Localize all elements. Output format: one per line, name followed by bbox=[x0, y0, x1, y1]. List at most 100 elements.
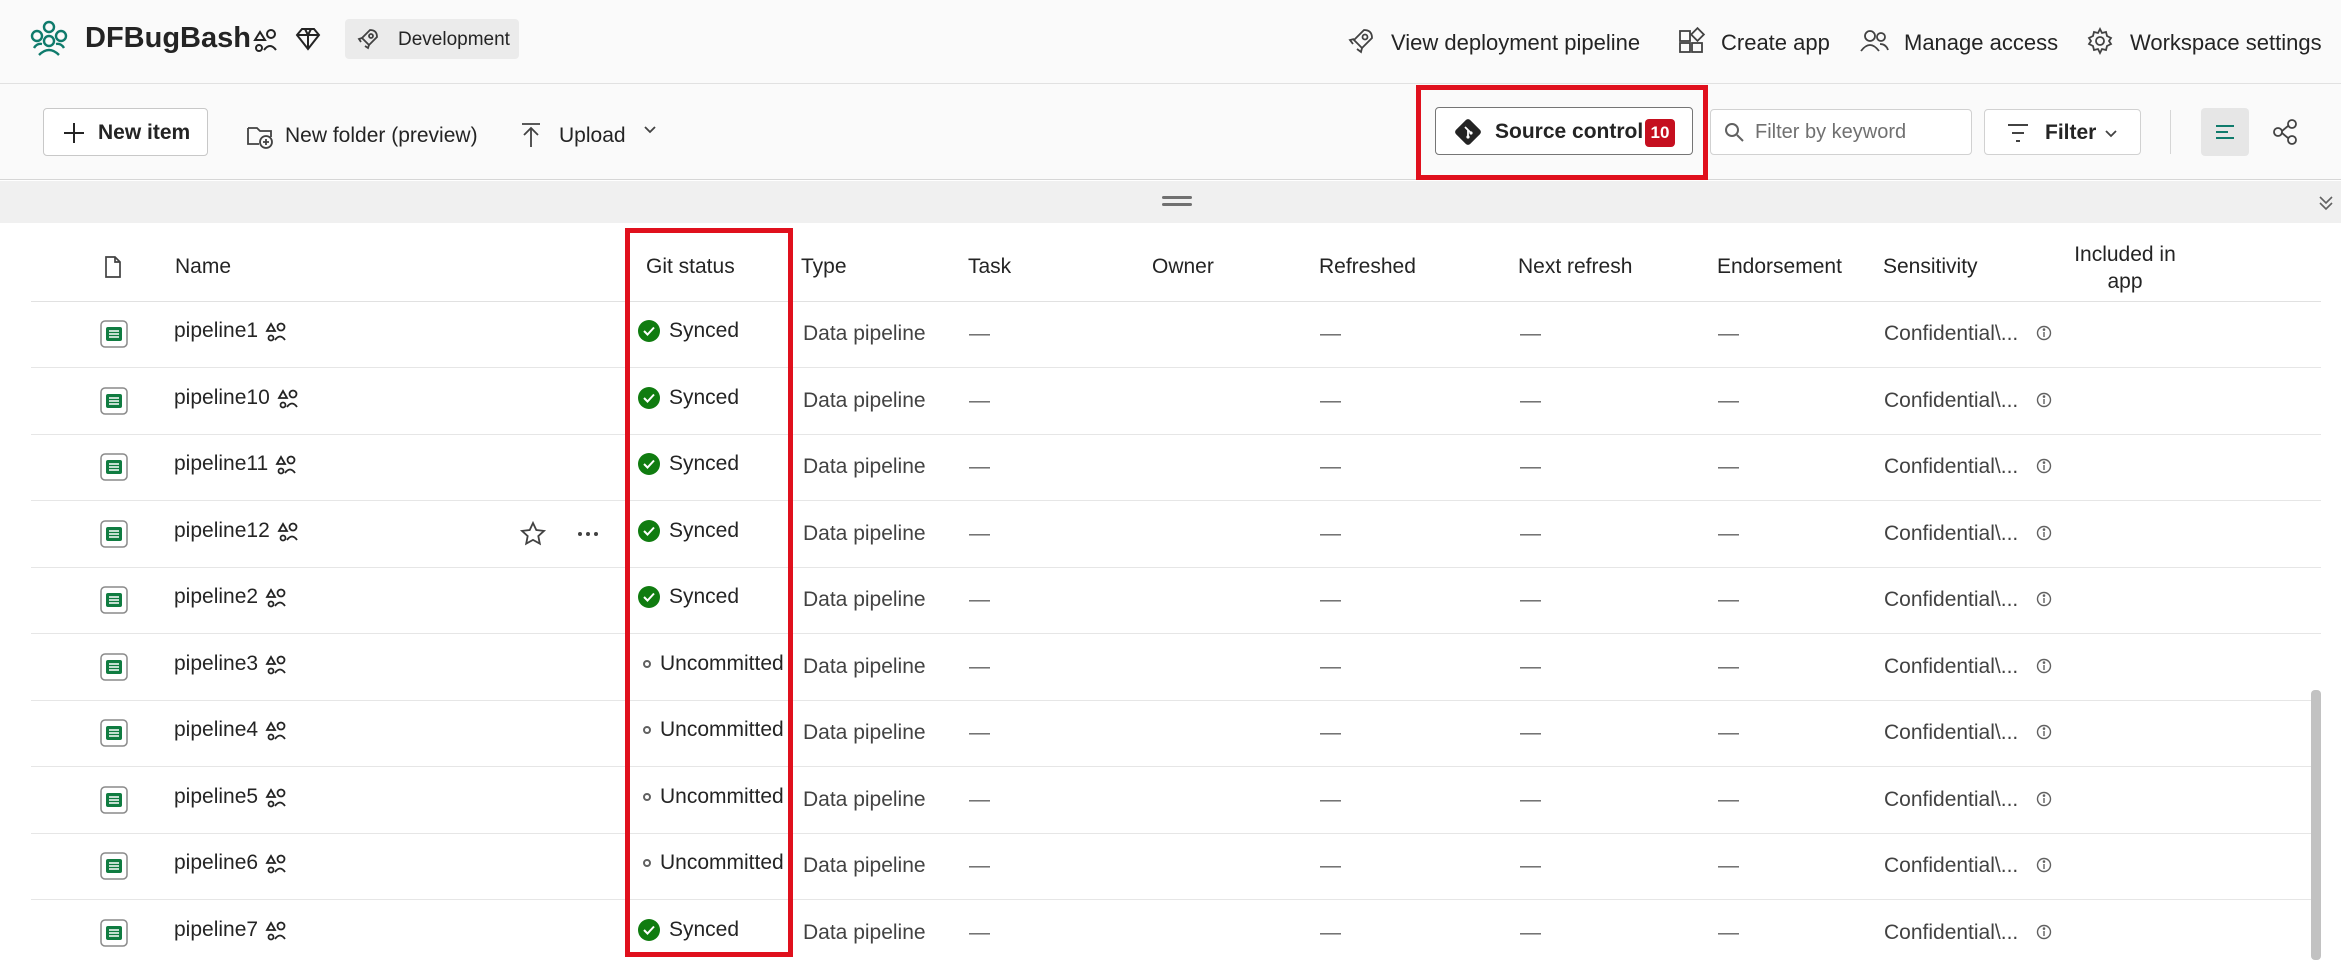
column-header-owner[interactable]: Owner bbox=[1152, 255, 1214, 279]
column-header-next-refresh[interactable]: Next refresh bbox=[1518, 255, 1632, 279]
sensitivity-label[interactable]: Confidential\... bbox=[1884, 721, 2018, 745]
table-row[interactable]: pipeline6 Uncommitted Data pipeline — — … bbox=[31, 834, 2321, 900]
table-row[interactable]: pipeline4 Uncommitted Data pipeline — — … bbox=[31, 701, 2321, 767]
endorsement-value: — bbox=[1718, 655, 1739, 678]
git-status-label: Synced bbox=[669, 319, 740, 342]
info-icon[interactable] bbox=[2036, 325, 2052, 341]
table-row[interactable]: pipeline12 Synced Data pipeline — — — — … bbox=[31, 502, 2321, 568]
column-header-refreshed[interactable]: Refreshed bbox=[1319, 255, 1416, 279]
chevron-double-down-icon[interactable] bbox=[2316, 193, 2336, 213]
view-deployment-pipeline-button[interactable]: View deployment pipeline bbox=[1346, 26, 1642, 58]
data-pipeline-icon bbox=[100, 919, 128, 947]
item-name-cell[interactable]: pipeline12 bbox=[174, 519, 300, 543]
sensitivity-label[interactable]: Confidential\... bbox=[1884, 522, 2018, 546]
refreshed-value: — bbox=[1320, 721, 1341, 744]
item-name[interactable]: pipeline12 bbox=[174, 519, 270, 543]
item-name[interactable]: pipeline2 bbox=[174, 585, 258, 609]
sensitivity-label[interactable]: Confidential\... bbox=[1884, 788, 2018, 812]
column-header-included-in-app[interactable]: Included in app bbox=[2070, 241, 2180, 295]
pane-splitter[interactable] bbox=[0, 181, 2341, 223]
column-header-git-status[interactable]: Git status bbox=[646, 255, 735, 279]
item-name-cell[interactable]: pipeline4 bbox=[174, 718, 288, 742]
list-view-button[interactable] bbox=[2201, 108, 2249, 156]
network-security-icon bbox=[277, 522, 298, 542]
task-value: — bbox=[969, 389, 990, 412]
item-name-cell[interactable]: pipeline11 bbox=[174, 452, 298, 476]
lineage-view-icon[interactable] bbox=[2271, 118, 2299, 146]
info-icon[interactable] bbox=[2036, 591, 2052, 607]
table-row[interactable]: pipeline10 Synced Data pipeline — — — — … bbox=[31, 369, 2321, 435]
refreshed-value: — bbox=[1320, 389, 1341, 412]
new-item-button[interactable]: New item bbox=[43, 108, 208, 156]
table-row[interactable]: pipeline1 Synced Data pipeline — — — — C… bbox=[31, 302, 2321, 368]
item-name-cell[interactable]: pipeline7 bbox=[174, 918, 288, 942]
column-header-sensitivity[interactable]: Sensitivity bbox=[1883, 255, 1978, 279]
item-name[interactable]: pipeline3 bbox=[174, 652, 258, 676]
table-row[interactable]: pipeline3 Uncommitted Data pipeline — — … bbox=[31, 635, 2321, 701]
chevron-down-icon[interactable] bbox=[641, 120, 659, 138]
endorsement-value: — bbox=[1718, 921, 1739, 944]
item-name[interactable]: pipeline5 bbox=[174, 785, 258, 809]
table-row[interactable]: pipeline11 Synced Data pipeline — — — — … bbox=[31, 435, 2321, 501]
next-refresh-value: — bbox=[1520, 389, 1541, 412]
sensitivity-label[interactable]: Confidential\... bbox=[1884, 389, 2018, 413]
column-header-type[interactable]: Type bbox=[801, 255, 847, 279]
info-icon[interactable] bbox=[2036, 724, 2052, 740]
item-name-cell[interactable]: pipeline2 bbox=[174, 585, 288, 609]
upload-label: Upload bbox=[559, 124, 626, 147]
item-type: Data pipeline bbox=[803, 322, 926, 345]
environment-badge[interactable]: Development bbox=[345, 19, 519, 59]
item-name-cell[interactable]: pipeline3 bbox=[174, 652, 288, 676]
sensitivity-label[interactable]: Confidential\... bbox=[1884, 588, 2018, 612]
new-folder-button[interactable]: New folder (preview) bbox=[245, 120, 485, 152]
sensitivity-label[interactable]: Confidential\... bbox=[1884, 655, 2018, 679]
table-row[interactable]: pipeline5 Uncommitted Data pipeline — — … bbox=[31, 768, 2321, 834]
item-name[interactable]: pipeline11 bbox=[174, 452, 268, 476]
more-options-icon[interactable] bbox=[574, 520, 602, 548]
info-icon[interactable] bbox=[2036, 392, 2052, 408]
network-security-icon bbox=[265, 854, 286, 874]
endorsement-value: — bbox=[1718, 455, 1739, 478]
column-header-task[interactable]: Task bbox=[968, 255, 1011, 279]
column-header-endorsement[interactable]: Endorsement bbox=[1717, 255, 1842, 279]
item-name[interactable]: pipeline6 bbox=[174, 851, 258, 875]
table-row[interactable]: pipeline7 Synced Data pipeline — — — — C… bbox=[31, 901, 2321, 960]
next-refresh-value: — bbox=[1520, 921, 1541, 944]
chevron-down-icon bbox=[2105, 130, 2117, 138]
sensitivity-label[interactable]: Confidential\... bbox=[1884, 854, 2018, 878]
star-icon[interactable] bbox=[519, 520, 547, 548]
item-name-cell[interactable]: pipeline1 bbox=[174, 319, 288, 343]
column-header-name[interactable]: Name bbox=[175, 255, 231, 279]
info-icon[interactable] bbox=[2036, 857, 2052, 873]
item-name-cell[interactable]: pipeline6 bbox=[174, 851, 288, 875]
sensitivity-label[interactable]: Confidential\... bbox=[1884, 455, 2018, 479]
item-name[interactable]: pipeline7 bbox=[174, 918, 258, 942]
data-pipeline-icon bbox=[100, 320, 128, 348]
filter-button[interactable]: Filter bbox=[1984, 109, 2141, 155]
info-icon[interactable] bbox=[2036, 658, 2052, 674]
table-row[interactable]: pipeline2 Synced Data pipeline — — — — C… bbox=[31, 568, 2321, 634]
endorsement-value: — bbox=[1718, 588, 1739, 611]
filter-keyword-input[interactable] bbox=[1710, 109, 1972, 155]
info-icon[interactable] bbox=[2036, 458, 2052, 474]
create-app-button[interactable]: Create app bbox=[1676, 26, 1836, 58]
item-type: Data pipeline bbox=[803, 854, 926, 877]
item-name[interactable]: pipeline4 bbox=[174, 718, 258, 742]
refreshed-value: — bbox=[1320, 854, 1341, 877]
vertical-scrollbar[interactable] bbox=[2311, 690, 2321, 960]
task-value: — bbox=[969, 322, 990, 345]
item-name[interactable]: pipeline1 bbox=[174, 319, 258, 343]
info-icon[interactable] bbox=[2036, 525, 2052, 541]
item-name[interactable]: pipeline10 bbox=[174, 386, 270, 410]
uncommitted-dot-icon bbox=[643, 793, 651, 801]
sensitivity-label[interactable]: Confidential\... bbox=[1884, 921, 2018, 945]
item-name-cell[interactable]: pipeline5 bbox=[174, 785, 288, 809]
git-status-cell: Uncommitted bbox=[637, 785, 784, 809]
item-name-cell[interactable]: pipeline10 bbox=[174, 386, 300, 410]
drag-handle-icon[interactable] bbox=[1162, 196, 1192, 208]
info-icon[interactable] bbox=[2036, 924, 2052, 940]
workspace-settings-button[interactable]: Workspace settings bbox=[2085, 26, 2325, 58]
sensitivity-label[interactable]: Confidential\... bbox=[1884, 322, 2018, 346]
info-icon[interactable] bbox=[2036, 791, 2052, 807]
manage-access-button[interactable]: Manage access bbox=[1859, 26, 2059, 58]
